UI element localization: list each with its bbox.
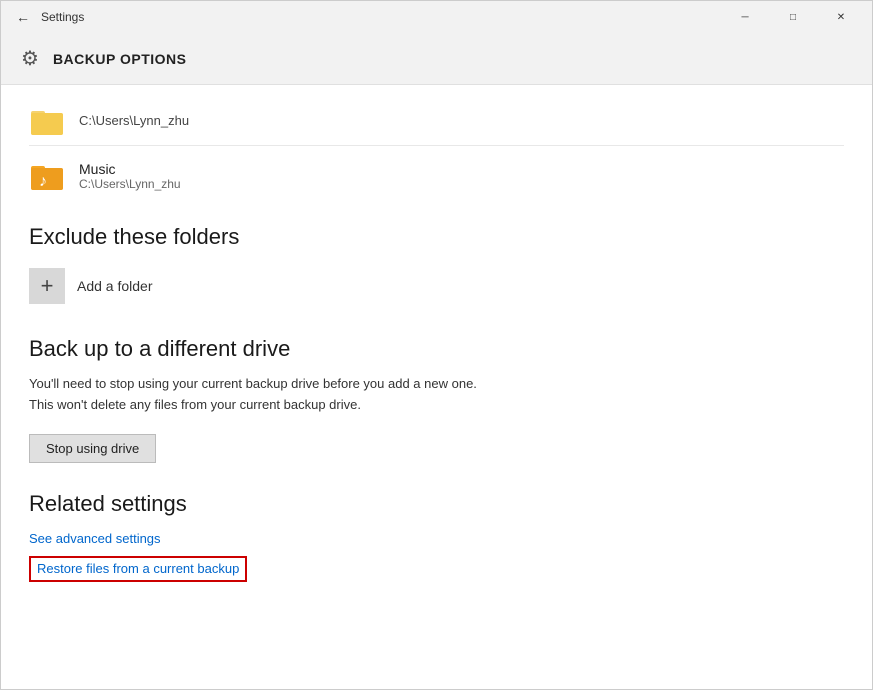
page-header: ⚙ BACKUP OPTIONS [1,33,872,85]
page-title: BACKUP OPTIONS [53,51,187,67]
window-title: Settings [41,10,84,24]
partial-folder-path: C:\Users\Lynn_zhu [79,112,189,130]
backup-drive-description: You'll need to stop using your current b… [29,374,489,416]
music-folder-item: ♪ Music C:\Users\Lynn_zhu [29,150,844,202]
window: ← Settings ─ □ ✕ ⚙ BACKUP OPTIONS C:\Use… [0,0,873,690]
restore-files-link[interactable]: Restore files from a current backup [37,561,239,576]
plus-icon: + [29,268,65,304]
close-button[interactable]: ✕ [818,1,864,33]
music-folder-text: Music C:\Users\Lynn_zhu [79,161,181,191]
backup-drive-heading: Back up to a different drive [29,336,844,362]
advanced-settings-link[interactable]: See advanced settings [29,531,844,546]
exclude-section-heading: Exclude these folders [29,224,844,250]
maximize-button[interactable]: □ [770,1,816,33]
window-controls: ─ □ ✕ [722,1,864,33]
content-area: C:\Users\Lynn_zhu ♪ Music C:\Users\Lynn_… [1,85,872,689]
svg-text:♪: ♪ [39,173,47,190]
folder-icon [29,103,65,139]
gear-icon: ⚙ [21,46,39,71]
add-folder-button[interactable]: + Add a folder [29,264,844,308]
add-folder-label: Add a folder [77,278,153,294]
stop-using-drive-button[interactable]: Stop using drive [29,434,156,463]
titlebar: ← Settings ─ □ ✕ [1,1,872,33]
music-folder-icon: ♪ [29,158,65,194]
partial-folder-item: C:\Users\Lynn_zhu [29,97,844,146]
music-folder-path: C:\Users\Lynn_zhu [79,177,181,191]
related-settings-heading: Related settings [29,491,844,517]
back-button[interactable]: ← [9,3,37,31]
restore-link-highlight-box: Restore files from a current backup [29,556,247,582]
back-icon: ← [16,9,30,25]
music-folder-name: Music [79,161,181,177]
minimize-button[interactable]: ─ [722,1,768,33]
